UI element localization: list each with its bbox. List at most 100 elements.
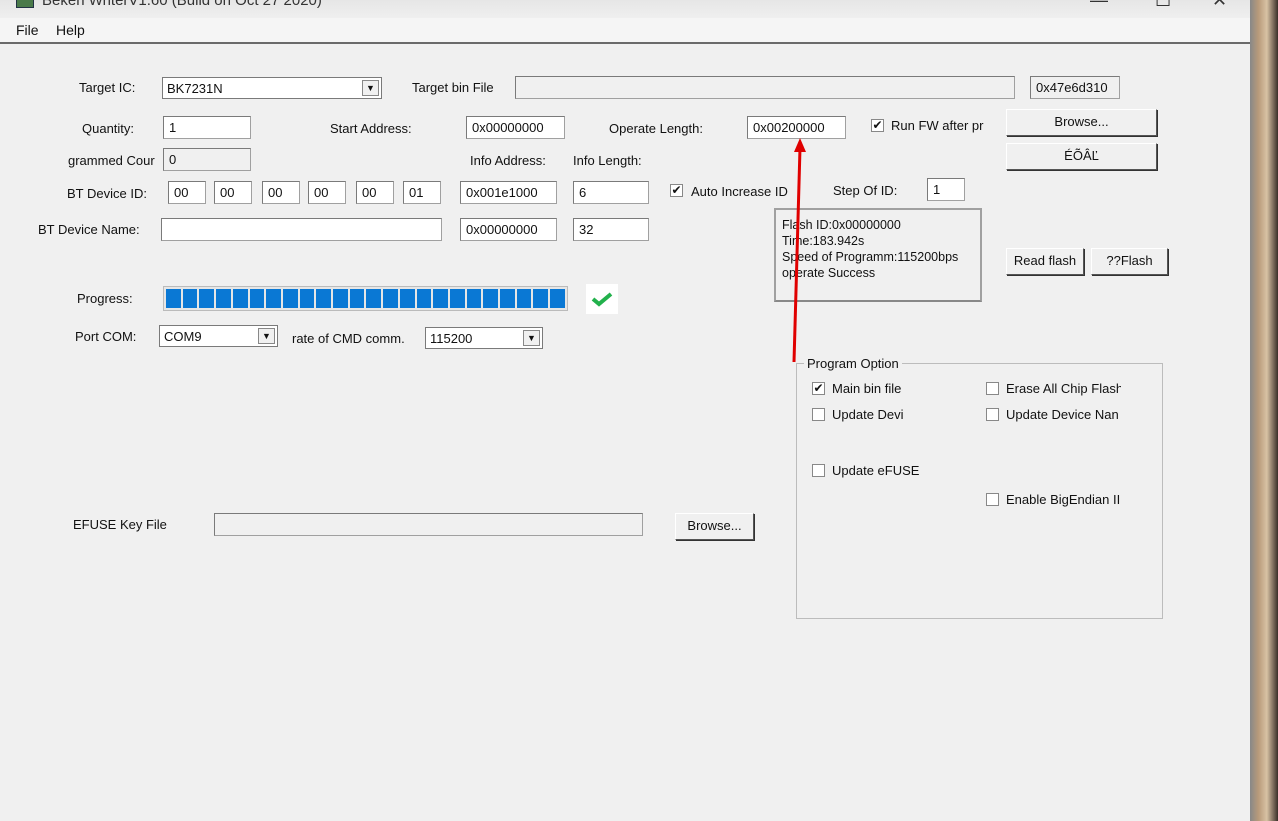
annotation-arrow: [792, 138, 806, 363]
rate-value: 115200: [430, 331, 473, 346]
progress-segment: [416, 289, 432, 308]
menu-bar: File Help: [0, 18, 1255, 44]
run-fw-checkbox[interactable]: ✔: [871, 119, 884, 132]
progress-segment: [282, 289, 298, 308]
target-ic-value: BK7231N: [167, 81, 223, 96]
progress-segment: [516, 289, 532, 308]
bt-id-byte-2[interactable]: 00: [214, 181, 252, 204]
background-desktop: [1250, 0, 1278, 821]
progress-segment: [383, 289, 398, 308]
start-address-label: Start Address:: [330, 121, 412, 136]
efuse-browse-button[interactable]: Browse...: [675, 513, 754, 540]
option-checkbox[interactable]: [812, 464, 825, 477]
progress-segment: [316, 289, 332, 308]
bt-id-byte-5[interactable]: 00: [356, 181, 394, 204]
info-address-1-input[interactable]: 0x001e1000: [460, 181, 557, 204]
target-bin-field[interactable]: [515, 76, 1015, 99]
info-length-label: Info Length:: [573, 153, 642, 168]
progress-segment: [349, 289, 365, 308]
bt-id-byte-4[interactable]: 00: [308, 181, 346, 204]
bt-id-byte-1[interactable]: 00: [168, 181, 206, 204]
bt-device-name-input[interactable]: [161, 218, 442, 241]
progress-segment: [199, 289, 215, 308]
info-length-1-input[interactable]: 6: [573, 181, 649, 204]
target-bin-label: Target bin File: [412, 80, 494, 95]
option-label: Update Devi: [832, 407, 904, 422]
operate-length-label: Operate Length:: [609, 121, 703, 136]
success-check-icon: [586, 284, 618, 314]
progress-segment: [166, 289, 181, 308]
info-address-2-input[interactable]: 0x00000000: [460, 218, 557, 241]
garbled-button[interactable]: ÉÕÂĽ: [1006, 143, 1157, 170]
option-label: Main bin file: [832, 381, 902, 396]
quantity-label: Quantity:: [82, 121, 135, 136]
maximize-button[interactable]: ☐: [1155, 0, 1171, 11]
step-of-id-label: Step Of ID:: [833, 183, 898, 198]
option-checkbox[interactable]: [812, 408, 825, 421]
progress-segment: [249, 289, 265, 308]
program-option-group: [796, 363, 1163, 619]
progress-bar: [163, 286, 568, 311]
close-button[interactable]: ✕: [1212, 0, 1227, 11]
step-of-id-input[interactable]: 1: [927, 178, 965, 201]
option-checkbox[interactable]: ✔: [812, 382, 825, 395]
start-address-input[interactable]: 0x00000000: [466, 116, 565, 139]
port-com-select[interactable]: COM9 ▼: [159, 325, 278, 347]
browse-button[interactable]: Browse...: [1006, 109, 1157, 136]
progress-segment: [433, 289, 448, 308]
window-title: Beken WriterV1.60 (Build on Oct 27 2020): [42, 0, 322, 9]
progress-segment: [299, 289, 315, 308]
auto-increase-checkbox[interactable]: ✔: [670, 184, 683, 197]
progress-segment: [466, 289, 482, 308]
progress-segment: [500, 289, 515, 308]
read-flash-button[interactable]: Read flash: [1006, 248, 1084, 275]
rate-select[interactable]: 115200 ▼: [425, 327, 543, 349]
title-bar: Beken WriterV1.60 (Build on Oct 27 2020)…: [0, 0, 1255, 18]
chevron-down-icon: ▼: [258, 328, 275, 344]
progress-segment: [333, 289, 348, 308]
target-ic-select[interactable]: BK7231N ▼: [162, 77, 382, 99]
menu-help[interactable]: Help: [56, 22, 85, 38]
progress-segment: [533, 289, 549, 308]
minimize-button[interactable]: —: [1090, 0, 1108, 11]
progress-segment: [550, 289, 565, 308]
info-address-label: Info Address:: [470, 153, 546, 168]
progress-segment: [366, 289, 382, 308]
chevron-down-icon: ▼: [362, 80, 379, 96]
option-label: Enable BigEndian II: [1006, 492, 1121, 507]
option-label: Update eFUSE: [832, 463, 920, 478]
programmed-count-field: 0: [163, 148, 251, 171]
efuse-key-field[interactable]: [214, 513, 643, 536]
option-checkbox[interactable]: [986, 493, 999, 506]
info-length-2-input[interactable]: 32: [573, 218, 649, 241]
progress-segment: [266, 289, 281, 308]
option-label: Update Device Nan: [1006, 407, 1119, 422]
rate-label: rate of CMD comm.: [292, 331, 405, 346]
port-com-value: COM9: [164, 329, 202, 344]
checksum-field: 0x47e6d310: [1030, 76, 1120, 99]
auto-increase-label: Auto Increase ID: [691, 184, 788, 199]
progress-segment: [483, 289, 499, 308]
quantity-input[interactable]: 1: [163, 116, 251, 139]
programmed-count-label: grammed Cour: [68, 153, 155, 168]
menu-file[interactable]: File: [16, 22, 39, 38]
run-fw-label: Run FW after pr: [891, 118, 984, 133]
bt-device-name-label: BT Device Name:: [38, 222, 140, 237]
port-com-label: Port COM:: [75, 329, 137, 344]
flash-button[interactable]: ??Flash: [1091, 248, 1168, 275]
progress-segment: [182, 289, 198, 308]
target-ic-label: Target IC:: [79, 80, 136, 95]
progress-segment: [449, 289, 465, 308]
progress-segment: [232, 289, 248, 308]
progress-segment: [399, 289, 415, 308]
bt-id-byte-6[interactable]: 01: [403, 181, 441, 204]
efuse-key-label: EFUSE Key File: [73, 517, 167, 532]
progress-label: Progress:: [77, 291, 133, 306]
option-checkbox[interactable]: [986, 382, 999, 395]
bt-id-byte-3[interactable]: 00: [262, 181, 300, 204]
option-checkbox[interactable]: [986, 408, 999, 421]
bt-device-id-label: BT Device ID:: [67, 186, 147, 201]
chevron-down-icon: ▼: [523, 330, 540, 346]
option-label: Erase All Chip Flash: [1006, 381, 1121, 396]
progress-segment: [216, 289, 231, 308]
